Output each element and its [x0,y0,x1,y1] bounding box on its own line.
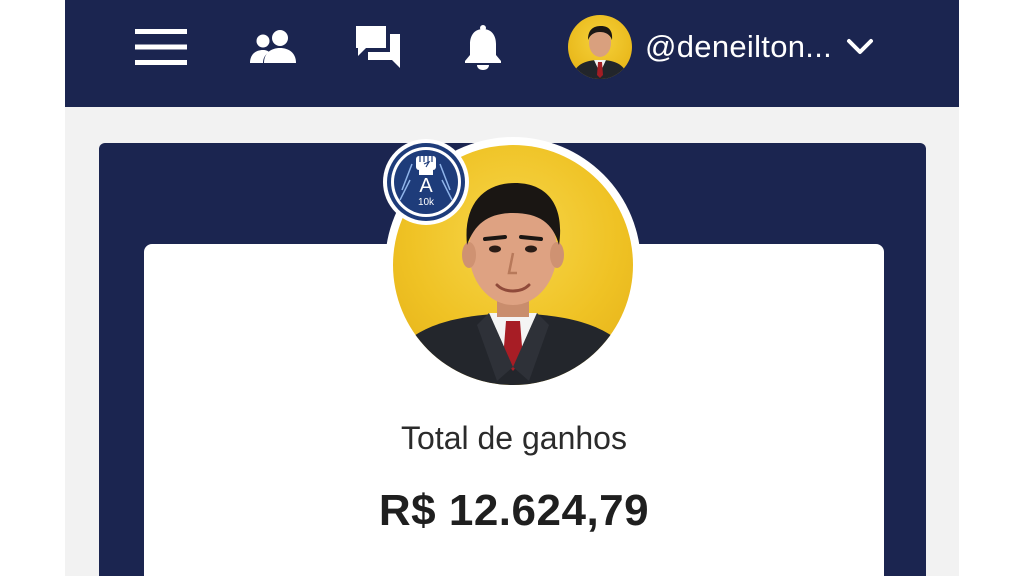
badge-emblem: A 10k [394,150,458,214]
badge-outer-ring: A 10k [387,143,465,221]
avatar-person-silhouette [572,26,628,79]
notifications-button[interactable] [459,22,507,72]
username-label[interactable]: @deneilton... [645,29,832,65]
user-avatar[interactable] [568,15,632,79]
app-screen: @deneilton... A 10k Total de ganhos R$ 1… [65,0,959,576]
bell-icon [465,25,501,70]
total-earnings-label: Total de ganhos [401,420,627,456]
chevron-down-icon [847,39,874,54]
friends-icon [250,30,296,63]
menu-button[interactable] [133,26,189,68]
menu-icon [135,29,187,65]
total-earnings-value: R$ 12.624,79 [378,486,650,535]
badge-level: 10k [417,197,435,208]
badge-letter: A [419,175,433,197]
account-dropdown-toggle[interactable] [846,38,874,56]
top-navigation-bar: @deneilton... [65,0,959,107]
achievement-badge[interactable]: A 10k [383,139,469,225]
badge-inner-ring: A 10k [391,147,461,217]
messages-button[interactable] [352,22,404,72]
account-menu[interactable]: @deneilton... [568,14,874,80]
chat-icon [356,26,400,68]
friends-button[interactable] [248,26,300,68]
